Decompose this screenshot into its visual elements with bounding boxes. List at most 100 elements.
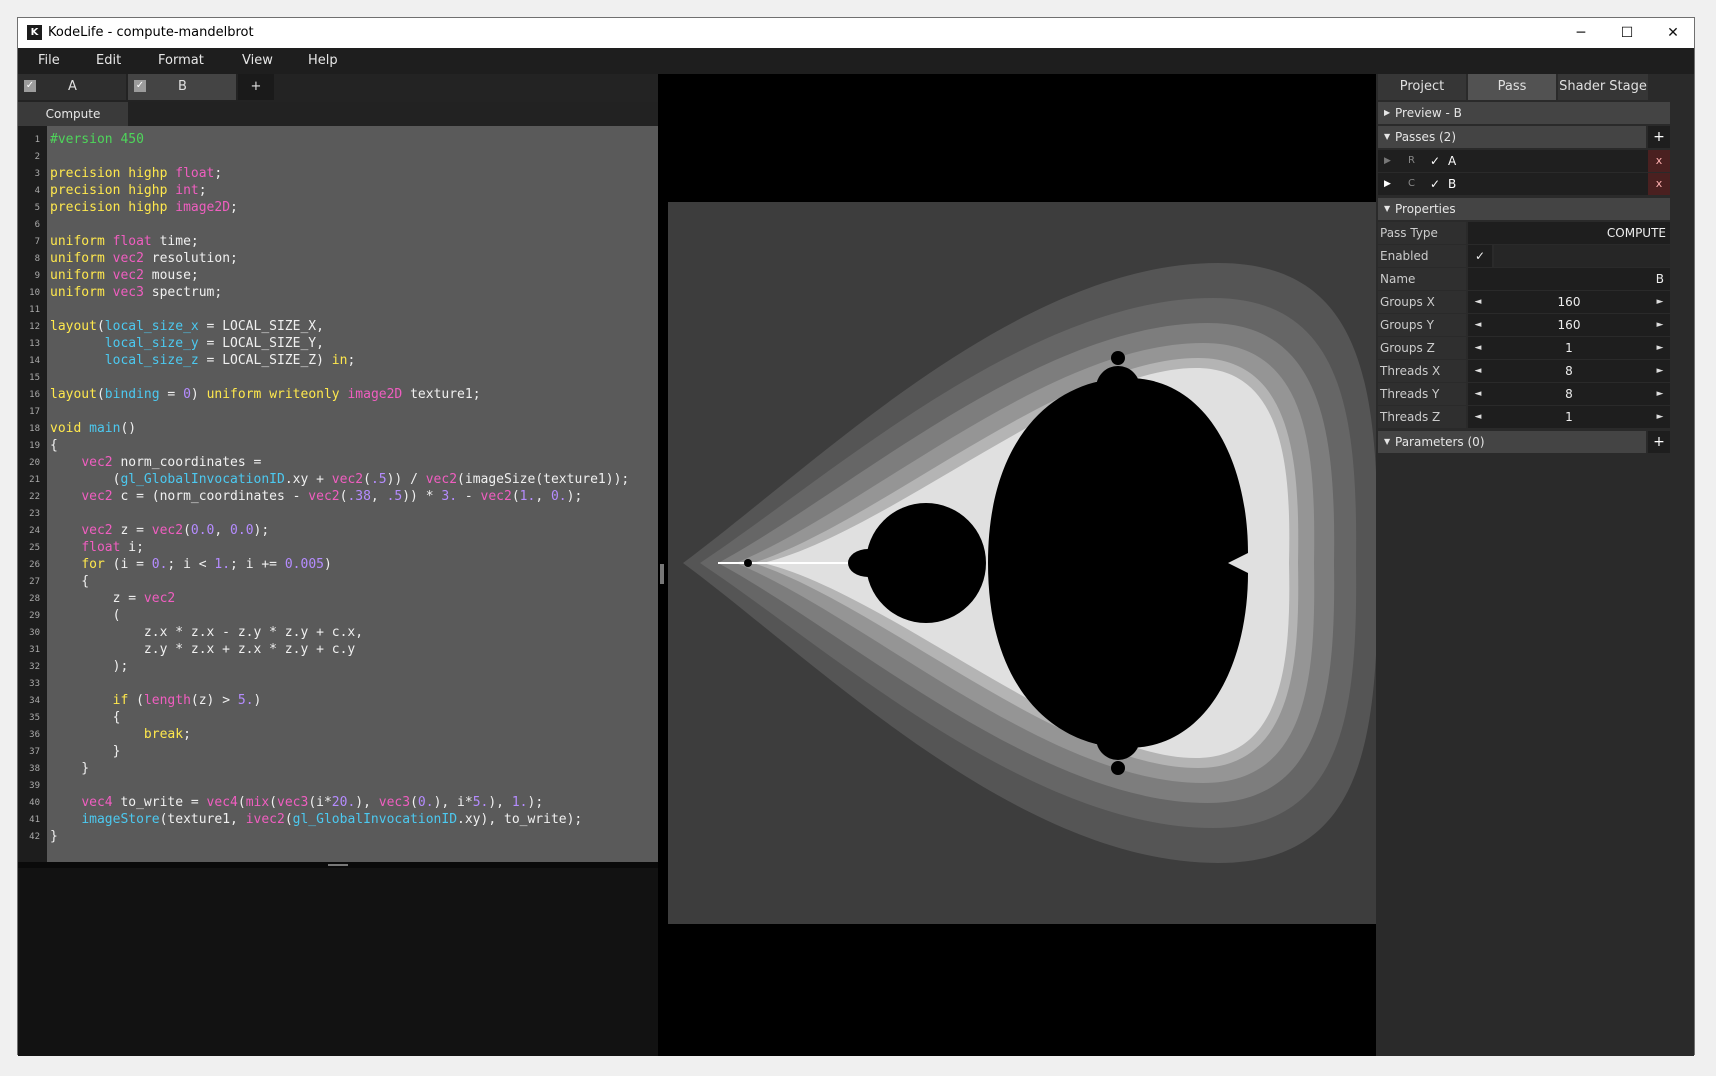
- menu-format[interactable]: Format: [158, 53, 204, 68]
- prop-groups-z: Groups Z ◄ 1 ►: [1378, 337, 1670, 359]
- code-line: #version 450: [50, 132, 144, 147]
- section-label: Passes (2): [1395, 130, 1457, 144]
- stepper-value[interactable]: 1: [1490, 406, 1648, 428]
- decrement-icon[interactable]: ◄: [1468, 383, 1488, 405]
- increment-icon[interactable]: ►: [1650, 291, 1670, 313]
- line-number: 42: [29, 832, 40, 842]
- code-line: (gl_GlobalInvocationID.xy + vec2(.5)) / …: [50, 472, 630, 487]
- section-properties[interactable]: ▼ Properties: [1378, 198, 1670, 220]
- menu-view[interactable]: View: [242, 53, 273, 68]
- prop-label: Groups Z: [1378, 337, 1466, 359]
- tab-compute[interactable]: Compute: [18, 102, 128, 126]
- app-window: K KodeLife - compute-mandelbrot ─ ☐ ✕ Fi…: [17, 17, 1696, 1056]
- line-number: 6: [34, 220, 40, 230]
- code-line: vec4 to_write = vec4(mix(vec3(i*20.), ve…: [81, 795, 544, 810]
- line-number: 17: [29, 407, 40, 417]
- decrement-icon[interactable]: ◄: [1468, 360, 1488, 382]
- close-button[interactable]: ✕: [1650, 18, 1696, 48]
- increment-icon[interactable]: ►: [1650, 406, 1670, 428]
- add-tab-button[interactable]: +: [238, 74, 274, 100]
- threads-z-stepper[interactable]: ◄ 1 ►: [1468, 406, 1670, 428]
- increment-icon[interactable]: ►: [1650, 360, 1670, 382]
- menu-file[interactable]: File: [38, 53, 60, 68]
- prop-label: Enabled: [1378, 245, 1466, 267]
- check-icon[interactable]: ✓: [1430, 173, 1440, 195]
- threads-x-stepper[interactable]: ◄ 8 ►: [1468, 360, 1670, 382]
- delete-pass-button[interactable]: x: [1648, 173, 1670, 195]
- threads-y-stepper[interactable]: ◄ 8 ►: [1468, 383, 1670, 405]
- tab-pass-a[interactable]: ✓ A: [18, 74, 126, 100]
- pass-type-badge: C: [1408, 178, 1415, 189]
- tab-project[interactable]: Project: [1378, 74, 1466, 100]
- line-number: 2: [34, 152, 40, 162]
- add-parameter-button[interactable]: +: [1648, 431, 1670, 453]
- enabled-checkbox[interactable]: ✓: [1468, 245, 1492, 267]
- pass-row-a[interactable]: ▶ R ✓ A: [1378, 150, 1670, 172]
- resize-handle[interactable]: [328, 864, 348, 866]
- groups-z-stepper[interactable]: ◄ 1 ►: [1468, 337, 1670, 359]
- stepper-value[interactable]: 8: [1490, 360, 1648, 382]
- play-icon[interactable]: ▶: [1384, 173, 1391, 195]
- section-parameters[interactable]: ▼ Parameters (0): [1378, 431, 1646, 453]
- line-number: 16: [29, 390, 40, 400]
- line-number: 39: [29, 781, 40, 791]
- line-number: 31: [29, 645, 40, 655]
- line-number: 37: [29, 747, 40, 757]
- line-number: 11: [29, 305, 40, 315]
- code-line: break;: [143, 727, 191, 742]
- pass-row-b[interactable]: ▶ C ✓ B: [1378, 173, 1670, 195]
- play-icon[interactable]: ▶: [1384, 150, 1391, 172]
- expanded-arrow-icon: ▼: [1384, 437, 1391, 446]
- prop-groups-x: Groups X ◄ 160 ►: [1378, 291, 1670, 313]
- stepper-value[interactable]: 160: [1490, 291, 1648, 313]
- decrement-icon[interactable]: ◄: [1468, 314, 1488, 336]
- decrement-icon[interactable]: ◄: [1468, 291, 1488, 313]
- maximize-button[interactable]: ☐: [1604, 18, 1650, 48]
- increment-icon[interactable]: ►: [1650, 383, 1670, 405]
- groups-x-stepper[interactable]: ◄ 160 ►: [1468, 291, 1670, 313]
- section-label: Parameters (0): [1395, 435, 1485, 449]
- window-title: KodeLife - compute-mandelbrot: [48, 25, 254, 40]
- section-passes[interactable]: ▼ Passes (2): [1378, 126, 1646, 148]
- tab-shader-stage[interactable]: Shader Stage: [1558, 74, 1648, 100]
- prop-label: Groups Y: [1378, 314, 1466, 336]
- tab-pass[interactable]: Pass: [1468, 74, 1556, 100]
- increment-icon[interactable]: ►: [1650, 337, 1670, 359]
- stepper-value[interactable]: 1: [1490, 337, 1648, 359]
- tab-pass-b[interactable]: ✓ B: [128, 74, 236, 100]
- prop-label: Pass Type: [1378, 222, 1466, 244]
- left-resize-handle[interactable]: [660, 564, 664, 584]
- preview-viewport[interactable]: [658, 74, 1390, 1056]
- prop-enabled: Enabled ✓: [1378, 245, 1670, 267]
- code-editor[interactable]: 1 2 3 4 5 6 7 8 9 10 11 12 13 14 15 16 17 18 19 20 21 22 23 24 2…: [18, 126, 658, 862]
- menu-help[interactable]: Help: [308, 53, 338, 68]
- check-icon[interactable]: ✓: [1430, 150, 1440, 172]
- check-icon[interactable]: ✓: [134, 80, 146, 92]
- minimize-button[interactable]: ─: [1558, 18, 1604, 48]
- stepper-value[interactable]: 160: [1490, 314, 1648, 336]
- console-panel[interactable]: [18, 862, 658, 1056]
- line-number: 14: [29, 356, 40, 366]
- section-preview[interactable]: ▶ Preview - B: [1378, 102, 1670, 124]
- increment-icon[interactable]: ►: [1650, 314, 1670, 336]
- pass-type-value[interactable]: COMPUTE: [1468, 222, 1670, 244]
- line-number: 15: [29, 373, 40, 383]
- line-number: 24: [29, 526, 40, 536]
- menu-edit[interactable]: Edit: [96, 53, 121, 68]
- name-field[interactable]: B: [1468, 268, 1670, 290]
- line-number: 30: [29, 628, 40, 638]
- menu-bar: File Edit Format View Help: [18, 48, 1694, 74]
- add-pass-button[interactable]: +: [1648, 126, 1670, 148]
- line-number: 1: [34, 135, 40, 145]
- pass-name: A: [1448, 154, 1457, 168]
- decrement-icon[interactable]: ◄: [1468, 406, 1488, 428]
- prop-groups-y: Groups Y ◄ 160 ►: [1378, 314, 1670, 336]
- stepper-value[interactable]: 8: [1490, 383, 1648, 405]
- decrement-icon[interactable]: ◄: [1468, 337, 1488, 359]
- line-number: 25: [29, 543, 40, 553]
- section-label: Preview - B: [1395, 106, 1462, 120]
- delete-pass-button[interactable]: x: [1648, 150, 1670, 172]
- code-line: uniform float time;: [50, 234, 199, 249]
- groups-y-stepper[interactable]: ◄ 160 ►: [1468, 314, 1670, 336]
- check-icon[interactable]: ✓: [24, 80, 36, 92]
